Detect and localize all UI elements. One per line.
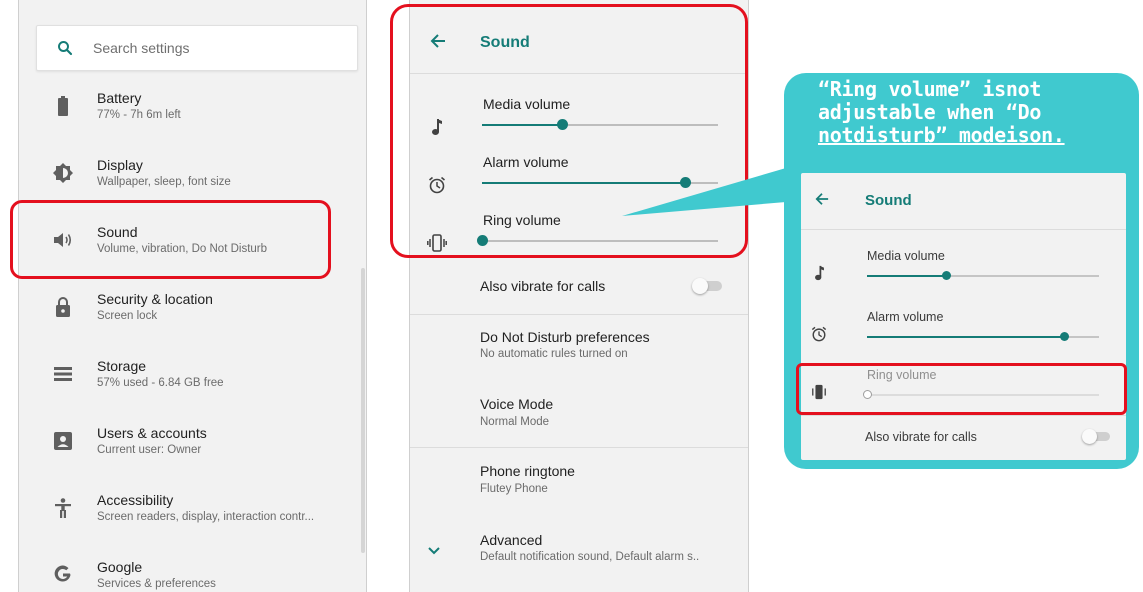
slider-fill: [867, 336, 1065, 338]
callout-line-2: adjustable when “Do: [818, 100, 1042, 124]
inset-vibrate-for-calls-label: Also vibrate for calls: [865, 430, 977, 444]
inset-sound-screen: Sound Media volume Alarm volume Ring vol…: [801, 173, 1126, 460]
inset-page-title: Sound: [865, 192, 912, 209]
slider-thumb[interactable]: [941, 271, 951, 280]
music-note-icon: [809, 263, 829, 283]
slider-fill: [867, 275, 946, 277]
callout-line-1: “Ring volume” isnot: [818, 77, 1042, 101]
ring-volume-highlight-frame: [796, 363, 1127, 415]
callout-line-3: notdisturb” modeison.: [818, 123, 1065, 147]
inset-media-volume-row: Media volume: [801, 249, 1126, 299]
inset-alarm-volume-row: Alarm volume: [801, 310, 1126, 360]
slider-thumb[interactable]: [1060, 332, 1070, 341]
inset-alarm-volume-label: Alarm volume: [867, 310, 944, 324]
inset-app-bar: Sound: [801, 173, 1126, 230]
inset-vibrate-for-calls-toggle[interactable]: [1082, 429, 1112, 444]
back-arrow-icon[interactable]: [815, 192, 829, 211]
divider: [801, 415, 1126, 416]
toggle-knob: [1082, 429, 1097, 444]
callout-text: “Ring volume” isnot adjustable when “Do …: [818, 78, 1143, 147]
inset-media-volume-label: Media volume: [867, 249, 945, 263]
inset-media-volume-slider[interactable]: [867, 271, 1099, 280]
alarm-clock-icon: [809, 324, 829, 344]
inset-alarm-volume-slider[interactable]: [867, 332, 1099, 341]
